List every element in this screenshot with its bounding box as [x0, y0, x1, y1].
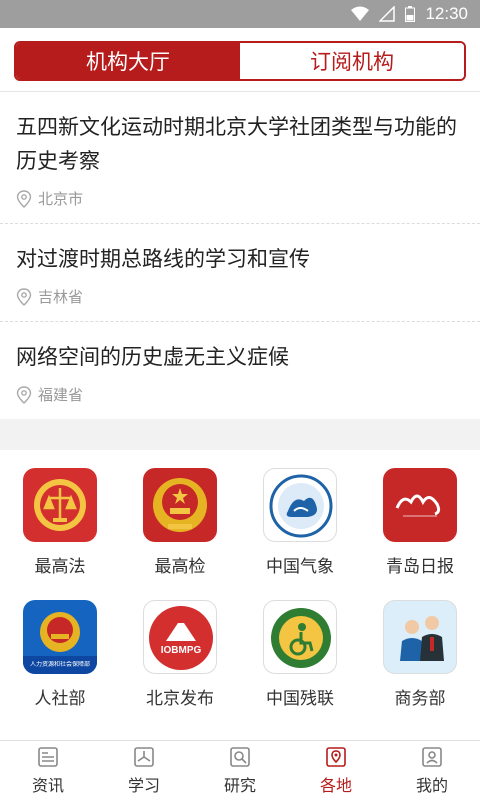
qingdao-daily-logo-icon: [383, 468, 457, 542]
institution-name: 人社部: [34, 689, 86, 709]
article-title: 对过渡时期总路线的学习和宣传: [16, 247, 310, 271]
institution-name: 北京发布: [146, 689, 214, 709]
institution-panel: 最高法 最高检 中国气象 青岛日报 人力资源和社会保障部 人社部 IOBMPG …: [0, 450, 480, 740]
supreme-court-emblem-icon: [23, 468, 97, 542]
nav-tab-label: 研究: [223, 776, 256, 795]
list-item[interactable]: 对过渡时期总路线的学习和宣传 吉林省: [0, 224, 480, 322]
article-meta: 吉林省: [16, 286, 464, 307]
article-location: 吉林省: [38, 288, 84, 306]
institution-name: 商务部: [394, 689, 446, 709]
article-meta: 福建省: [16, 384, 464, 405]
procuratorate-emblem-icon: [143, 468, 217, 542]
logo-caption: 人力资源和社会保障部: [29, 661, 90, 668]
profile-icon: [422, 747, 442, 767]
nav-tab-research[interactable]: 研究: [192, 741, 288, 800]
status-time: 12:30: [425, 4, 468, 23]
signal-icon: [379, 6, 396, 22]
bottom-nav: 资讯 学习 研究 各地 我的: [0, 740, 480, 800]
article-list: 五四新文化运动时期北京大学社团类型与功能的历史考察 北京市 对过渡时期总路线的学…: [0, 92, 480, 419]
nav-tab-news[interactable]: 资讯: [0, 741, 96, 800]
institution-supreme-court[interactable]: 最高法: [0, 468, 120, 600]
battery-icon: [405, 6, 416, 22]
institution-name: 最高法: [34, 557, 86, 577]
institution-name: 青岛日报: [386, 557, 454, 577]
tab-institution-hall[interactable]: 机构大厅: [16, 43, 240, 79]
location-icon: [326, 747, 346, 767]
nav-tab-label: 学习: [127, 776, 160, 795]
disabled-federation-logo-icon: [263, 600, 337, 674]
list-item[interactable]: 网络空间的历史虚无主义症候 福建省: [0, 322, 480, 419]
list-item[interactable]: 五四新文化运动时期北京大学社团类型与功能的历史考察 北京市: [0, 92, 480, 224]
nav-tab-profile[interactable]: 我的: [384, 741, 480, 800]
location-pin-icon: [16, 189, 32, 208]
location-pin-icon: [16, 287, 32, 306]
hrss-emblem-icon: 人力资源和社会保障部: [23, 600, 97, 674]
nav-tab-label: 我的: [415, 776, 448, 795]
institution-commerce[interactable]: 商务部: [360, 600, 480, 732]
commerce-ministry-logo-icon: [383, 600, 457, 674]
article-location: 福建省: [38, 386, 84, 404]
wifi-icon: [351, 6, 370, 22]
institution-grid: 最高法 最高检 中国气象 青岛日报 人力资源和社会保障部 人社部 IOBMPG …: [0, 450, 480, 732]
top-bar: 机构大厅 订阅机构: [0, 28, 480, 92]
article-title: 网络空间的历史虚无主义症候: [16, 345, 289, 369]
news-icon: [38, 747, 58, 767]
segment-control: 机构大厅 订阅机构: [14, 41, 466, 81]
article-location: 北京市: [38, 190, 84, 208]
nav-tab-regions[interactable]: 各地: [288, 741, 384, 800]
location-pin-icon: [16, 385, 32, 404]
nav-tab-label: 各地: [319, 776, 352, 795]
institution-procuratorate[interactable]: 最高检: [120, 468, 240, 600]
institution-hrss[interactable]: 人力资源和社会保障部 人社部: [0, 600, 120, 732]
institution-qingdao-daily[interactable]: 青岛日报: [360, 468, 480, 600]
institution-beijing-release[interactable]: IOBMPG 北京发布: [120, 600, 240, 732]
tab-subscribed-institutions[interactable]: 订阅机构: [240, 43, 464, 79]
article-title: 五四新文化运动时期北京大学社团类型与功能的历史考察: [16, 115, 457, 173]
logo-caption: IOBMPG: [160, 645, 202, 656]
institution-disabled-federation[interactable]: 中国残联: [240, 600, 360, 732]
article-meta: 北京市: [16, 188, 464, 209]
meteorology-emblem-icon: [263, 468, 337, 542]
status-bar: 12:30: [0, 0, 480, 28]
institution-name: 中国气象: [266, 557, 334, 577]
study-icon: [134, 747, 154, 767]
nav-tab-study[interactable]: 学习: [96, 741, 192, 800]
institution-meteorology[interactable]: 中国气象: [240, 468, 360, 600]
institution-name: 中国残联: [266, 689, 334, 709]
beijing-release-logo-icon: IOBMPG: [143, 600, 217, 674]
research-icon: [230, 747, 250, 767]
institution-name: 最高检: [154, 557, 206, 577]
nav-tab-label: 资讯: [31, 776, 64, 795]
